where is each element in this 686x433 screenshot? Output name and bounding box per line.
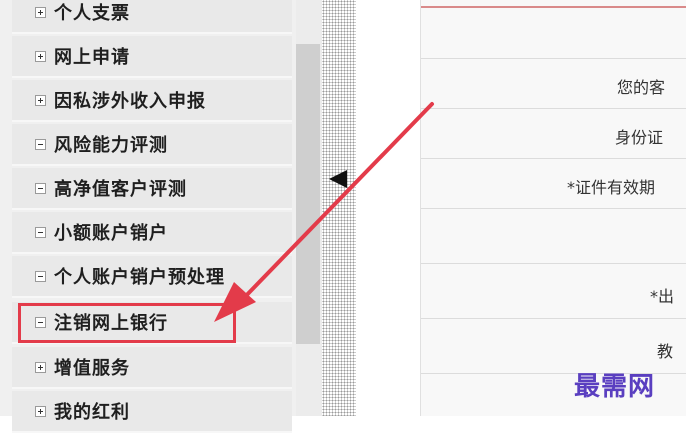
menu-item-label: 网上申请 — [54, 47, 130, 68]
expand-plus-icon[interactable] — [35, 361, 46, 373]
menu-item-value-added-services[interactable]: 增值服务 — [12, 347, 292, 389]
menu-item-label: 个人支票 — [54, 3, 130, 24]
scrollbar-thumb[interactable] — [296, 44, 320, 344]
customer-label: 您的客 — [617, 78, 666, 97]
id-label: 身份证 — [615, 128, 664, 147]
menu-item-my-dividends[interactable]: 我的红利 — [12, 391, 292, 433]
collapse-minus-icon[interactable] — [35, 182, 46, 194]
menu-item-label: 因私涉外收入申报 — [54, 91, 206, 112]
collapse-minus-icon[interactable] — [35, 270, 46, 282]
highlight-box — [18, 303, 236, 343]
education-label: 教 — [657, 342, 674, 361]
form-panel: 您的客 身份证 *证件有效期 *出 教 — [420, 0, 686, 416]
form-row — [421, 208, 686, 264]
menu-item-small-account-closure[interactable]: 小额账户销户 — [12, 212, 292, 254]
form-row — [421, 263, 686, 319]
menu-item-online-application[interactable]: 网上申请 — [12, 36, 292, 78]
menu-scrollbar[interactable] — [296, 0, 322, 416]
menu-item-label: 增值服务 — [54, 358, 130, 379]
menu-item-label: 风险能力评测 — [54, 135, 168, 156]
collapse-minus-icon[interactable] — [35, 138, 46, 150]
menu-item-label: 高净值客户评测 — [54, 179, 187, 200]
expand-plus-icon[interactable] — [35, 50, 46, 62]
menu-item-risk-assessment[interactable]: 风险能力评测 — [12, 124, 292, 166]
menu-item-label: 小额账户销户 — [54, 223, 168, 244]
expand-plus-icon[interactable] — [35, 94, 46, 106]
left-menu: 个人支票 网上申请 因私涉外收入申报 风险能力评测 高净值客户评测 小额账户销户… — [0, 0, 296, 433]
menu-item-foreign-income-report[interactable]: 因私涉外收入申报 — [12, 80, 292, 122]
collapse-left-arrow-icon[interactable] — [329, 170, 347, 188]
expand-plus-icon[interactable] — [35, 405, 46, 417]
id-validity-label: *证件有效期 — [567, 178, 656, 197]
splitter-bar[interactable] — [322, 0, 356, 416]
watermark: 最需网 — [574, 372, 656, 402]
form-row — [421, 8, 686, 59]
expand-plus-icon[interactable] — [35, 6, 46, 18]
menu-item-high-net-worth-assessment[interactable]: 高净值客户评测 — [12, 168, 292, 210]
menu-item-personal-check[interactable]: 个人支票 — [12, 0, 292, 34]
birth-label: *出 — [650, 287, 675, 306]
menu-item-label: 个人账户销户预处理 — [54, 267, 225, 288]
menu-item-account-closure-preprocess[interactable]: 个人账户销户预处理 — [12, 256, 292, 298]
menu-item-label: 我的红利 — [54, 402, 130, 423]
collapse-minus-icon[interactable] — [35, 226, 46, 238]
